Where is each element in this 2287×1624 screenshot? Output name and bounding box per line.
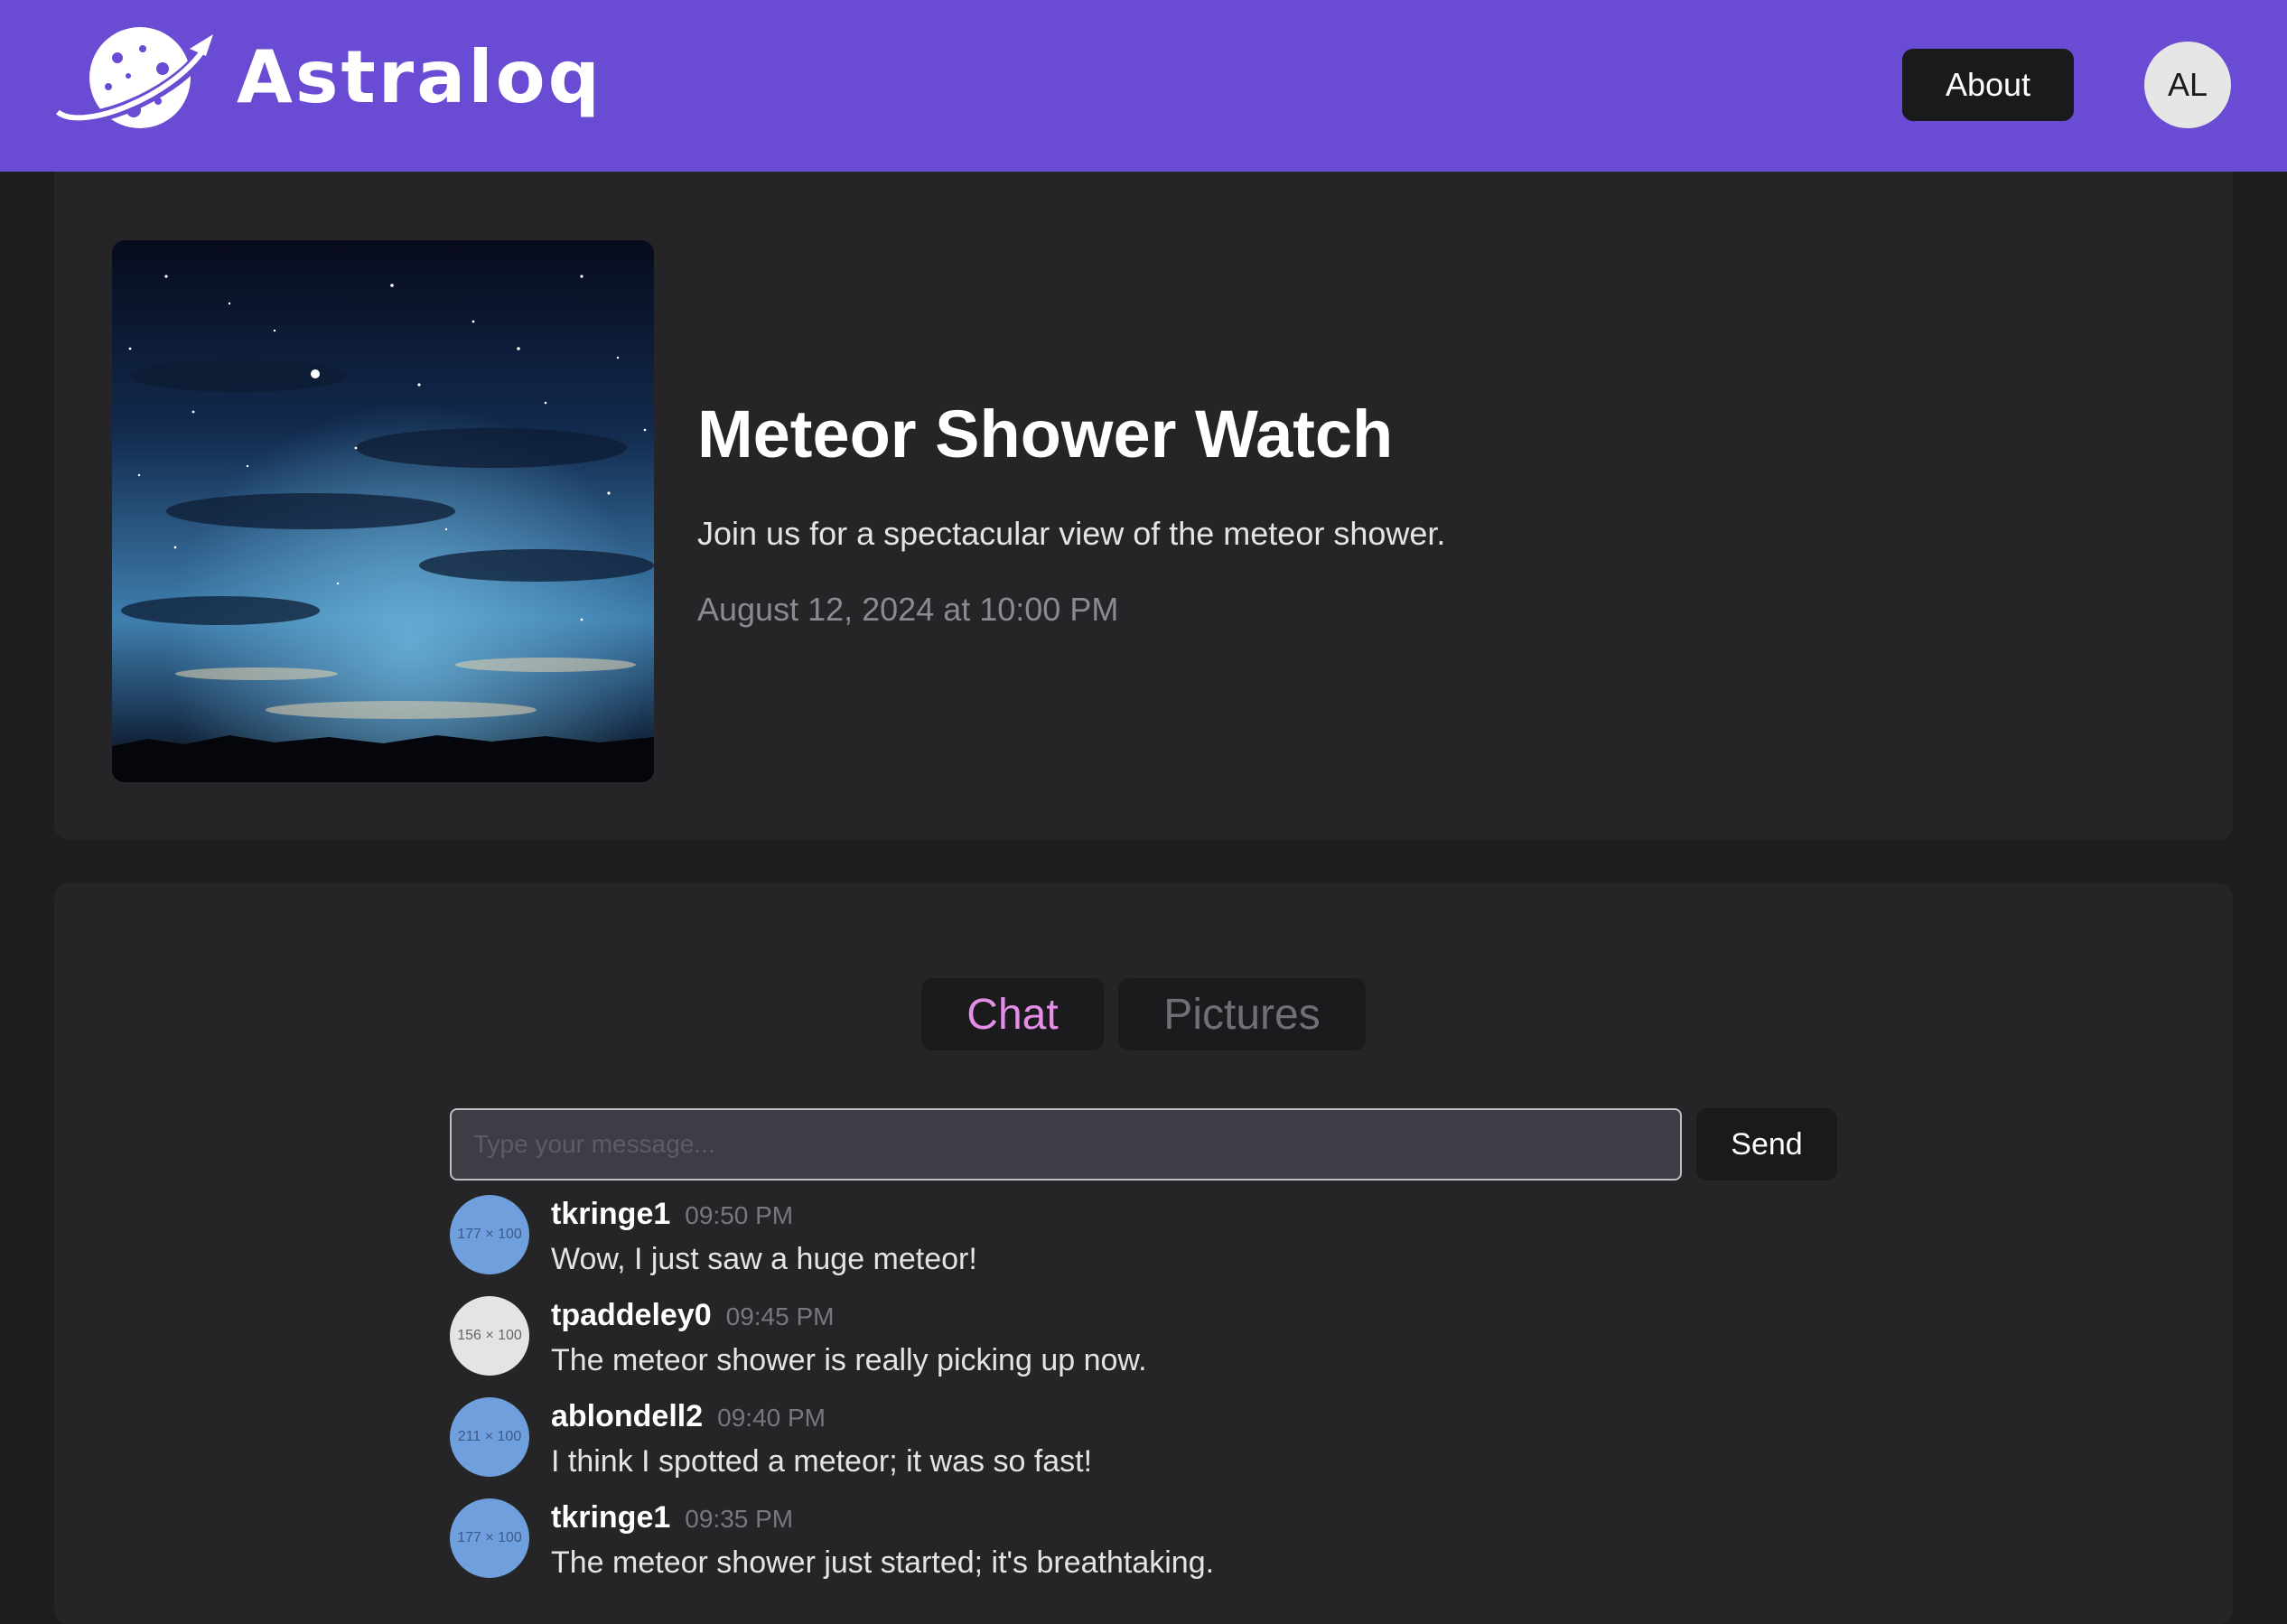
avatar[interactable]: 177 × 100: [450, 1498, 529, 1578]
message-timestamp: 09:40 PM: [717, 1404, 826, 1432]
message-text: The meteor shower is really picking up n…: [551, 1343, 1147, 1377]
night-sky-image: [112, 240, 654, 782]
top-navbar: Astraloq About AL: [0, 0, 2287, 172]
message-username[interactable]: tpaddeley0: [551, 1298, 712, 1332]
message-timestamp: 09:35 PM: [685, 1505, 794, 1533]
message-list: 177 × 100 tkringe1 09:50 PM Wow, I just s…: [450, 1195, 1837, 1600]
message-username[interactable]: tkringe1: [551, 1500, 670, 1535]
chat-message: 211 × 100 ablondell2 09:40 PM I think I s…: [450, 1397, 1837, 1498]
chat-card: Chat Pictures Send 177 × 100 tkringe1 09:…: [54, 883, 2233, 1624]
message-timestamp: 09:45 PM: [725, 1302, 835, 1330]
avatar[interactable]: 211 × 100: [450, 1397, 529, 1477]
avatar[interactable]: 177 × 100: [450, 1195, 529, 1274]
message-text: Wow, I just saw a huge meteor!: [551, 1242, 977, 1276]
event-card: Meteor Shower Watch Join us for a specta…: [54, 172, 2233, 840]
chat-message: 177 × 100 tkringe1 09:35 PM The meteor sh…: [450, 1498, 1837, 1600]
event-title: Meteor Shower Watch: [697, 397, 1394, 471]
tab-bar: Chat Pictures: [54, 978, 2233, 1050]
event-datetime: August 12, 2024 at 10:00 PM: [697, 591, 1119, 628]
avatar[interactable]: 156 × 100: [450, 1296, 529, 1376]
planet-logo-icon[interactable]: [54, 22, 222, 139]
event-description: Join us for a spectacular view of the me…: [697, 515, 1446, 552]
tab-pictures[interactable]: Pictures: [1118, 978, 1366, 1050]
brand-name[interactable]: Astraloq: [237, 42, 602, 114]
message-text: I think I spotted a meteor; it was so fa…: [551, 1444, 1093, 1479]
message-input[interactable]: [450, 1108, 1682, 1181]
about-button[interactable]: About: [1902, 49, 2074, 121]
user-avatar[interactable]: AL: [2144, 42, 2231, 128]
message-timestamp: 09:50 PM: [685, 1201, 794, 1229]
tab-chat[interactable]: Chat: [921, 978, 1104, 1050]
message-text: The meteor shower just started; it's bre…: [551, 1545, 1215, 1580]
chat-message: 177 × 100 tkringe1 09:50 PM Wow, I just s…: [450, 1195, 1837, 1296]
send-button[interactable]: Send: [1696, 1108, 1837, 1181]
message-username[interactable]: tkringe1: [551, 1197, 670, 1231]
chat-message: 156 × 100 tpaddeley0 09:45 PM The meteor …: [450, 1296, 1837, 1397]
event-image: [112, 240, 654, 782]
message-username[interactable]: ablondell2: [551, 1399, 703, 1433]
